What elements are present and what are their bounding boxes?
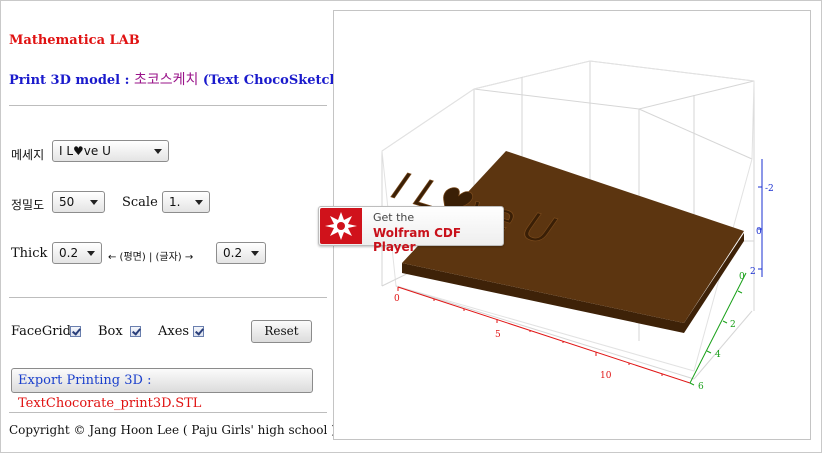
chevron-down-icon [154,149,162,154]
cdf-player-badge[interactable]: Get the Wolfram CDF Player [318,206,504,254]
z-axis [758,159,763,277]
density-select-value: 50 [59,195,75,209]
chevron-down-icon [90,200,98,205]
axes-checkbox[interactable] [193,326,204,337]
thick-label: Thick [11,246,48,261]
chevron-down-icon [87,251,95,256]
thick-plane-select[interactable]: 0.2 [52,242,102,264]
model-korean-name: 초코스케치 [133,72,199,88]
chevron-down-icon [195,200,203,205]
z-tick-0: 0 [756,227,762,237]
scale-label: Scale [122,195,158,210]
divider [9,297,327,298]
cdf-line1: Get the [373,211,415,224]
model-title: Print 3D model : 초코스케치 (Text ChocoSketch… [9,69,345,89]
density-select[interactable]: 50 [52,191,105,213]
scale-select-value: 1. [169,195,181,209]
facegrid-label: FaceGrid [11,324,71,339]
app-title: Mathematica LAB [9,33,140,48]
divider [9,105,327,106]
y-tick-0: 0 [739,272,745,282]
export-filename: TextChocorate_print3D.STL [18,396,202,411]
model-english-name: (Text ChocoSketch) [198,73,346,88]
thick-plane-value: 0.2 [59,246,79,260]
wolfram-spikey-icon [320,208,362,244]
thick-direction-hint: ← (평면) | (글자) → [108,252,194,263]
message-label: 메세지 [11,148,45,162]
model-prefix: Print 3D model : [9,73,134,88]
chevron-down-icon [251,251,259,256]
y-tick-6: 6 [698,382,704,392]
box-checkbox[interactable] [130,326,141,337]
scale-select[interactable]: 1. [162,191,210,213]
thick-letter-value: 0.2 [223,246,243,260]
thick-letter-select[interactable]: 0.2 [216,242,266,264]
x-tick-0: 0 [394,294,400,304]
axes-label: Axes [158,324,190,339]
message-select[interactable]: I L♥ve U [52,140,169,162]
x-tick-5: 5 [495,330,501,340]
y-tick-2: 2 [730,320,736,330]
z-tick-neg2: -2 [765,184,774,194]
export-label: Export Printing 3D : [18,373,152,388]
x-tick-10: 10 [600,371,612,381]
export-stl-button[interactable]: Export Printing 3D : TextChocorate_print… [11,368,313,411]
copyright-text: Copyright © Jang Hoon Lee ( Paju Girls' … [9,423,336,437]
density-label: 정밀도 [11,198,45,212]
divider [9,412,327,413]
reset-button[interactable]: Reset [251,320,312,343]
facegrid-checkbox[interactable] [70,326,81,337]
y-tick-4: 4 [715,350,721,360]
message-select-value: I L♥ve U [59,144,111,158]
z-tick-2: 2 [750,267,756,277]
cdf-line2: Wolfram CDF Player [373,226,462,254]
box-label: Box [98,324,123,339]
